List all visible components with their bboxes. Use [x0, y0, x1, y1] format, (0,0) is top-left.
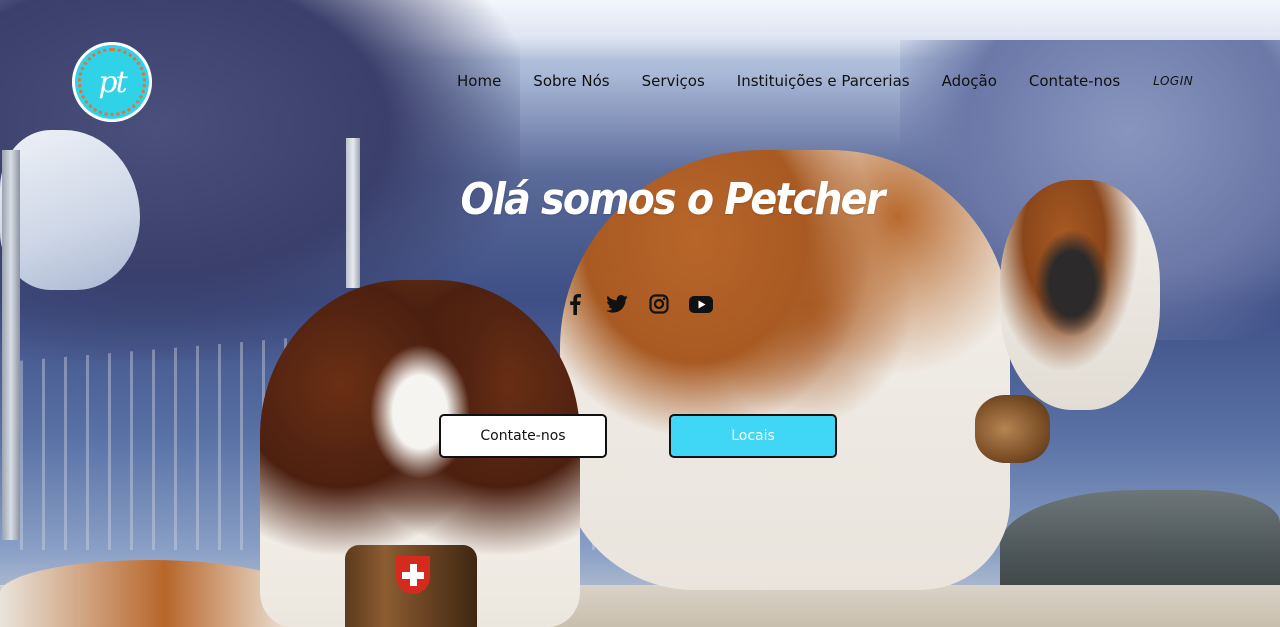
background-rocks: [1000, 490, 1280, 600]
social-links: [563, 292, 731, 316]
nav-item-sobre-nos[interactable]: Sobre Nós: [533, 72, 609, 90]
dog-barrel: [975, 395, 1050, 463]
login-link[interactable]: LOGIN: [1153, 74, 1193, 88]
swiss-flag-icon: [396, 556, 430, 594]
youtube-icon[interactable]: [689, 292, 713, 316]
background-pole-left: [2, 150, 20, 540]
brand-logo[interactable]: pt: [72, 42, 152, 122]
hero-section: pt Home Sobre Nós Serviços Instituições …: [0, 0, 1280, 627]
contact-button[interactable]: Contate-nos: [439, 414, 607, 458]
logo-text: pt: [98, 64, 127, 100]
hero-headline: Olá somos o Petcher: [460, 174, 886, 225]
nav-item-contate-nos[interactable]: Contate-nos: [1029, 72, 1120, 90]
background-pole: [346, 138, 360, 288]
nav-item-servicos[interactable]: Serviços: [642, 72, 705, 90]
dog-barrel-small: [345, 545, 477, 627]
instagram-icon[interactable]: [647, 292, 671, 316]
dog-sitting-fur: [0, 560, 300, 627]
facebook-icon[interactable]: [563, 292, 587, 316]
main-nav: Home Sobre Nós Serviços Instituições e P…: [457, 72, 1193, 90]
nav-item-instituicoes-parcerias[interactable]: Instituições e Parcerias: [737, 72, 910, 90]
nav-item-home[interactable]: Home: [457, 72, 501, 90]
dog-standing-head: [1000, 180, 1160, 410]
twitter-icon[interactable]: [605, 292, 629, 316]
nav-item-adocao[interactable]: Adoção: [942, 72, 997, 90]
locais-button[interactable]: Locais: [669, 414, 837, 458]
